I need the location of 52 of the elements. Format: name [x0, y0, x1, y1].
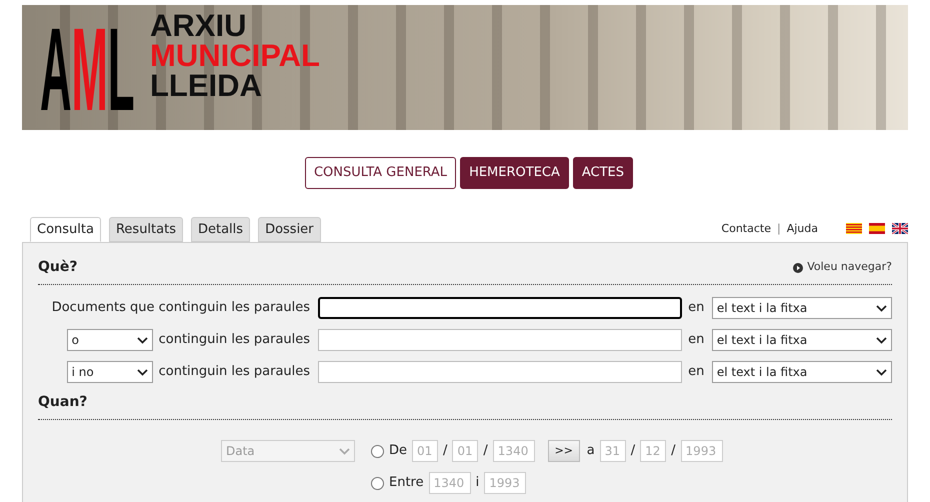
field-label: en: [688, 299, 706, 318]
range-label: i: [476, 474, 480, 492]
tab[interactable]: Dossier: [258, 217, 321, 242]
nav-button[interactable]: ACTES: [572, 157, 634, 189]
range-label: a: [586, 442, 595, 460]
chevron-down-icon: [876, 368, 887, 376]
radio-label: Entre: [389, 474, 424, 492]
field-label: continguin les paraules: [158, 331, 310, 350]
nav-button[interactable]: CONSULTA GENERAL: [304, 157, 456, 189]
chevron-down-icon: [876, 304, 887, 312]
tab[interactable]: Resultats: [108, 217, 183, 242]
spanish-flag-icon[interactable]: [869, 223, 885, 234]
dropdown[interactable]: el text i la fitxa: [712, 329, 892, 351]
date-separator: /: [630, 442, 636, 460]
dropdown[interactable]: el text i la fitxa: [712, 297, 892, 319]
link-separator: |: [777, 220, 781, 237]
date-separator: /: [443, 442, 448, 460]
header-link[interactable]: Ajuda: [786, 220, 818, 237]
nav-button[interactable]: HEMEROTECA: [460, 157, 569, 189]
section-title: Quan?: [38, 394, 88, 410]
catalan-flag-icon[interactable]: [846, 223, 862, 234]
browse-link[interactable]: Voleu navegar?: [793, 259, 892, 276]
logo-mark: AML: [40, 11, 135, 129]
field-label: continguin les paraules: [158, 363, 310, 382]
date-separator: /: [483, 442, 488, 460]
chevron-down-icon: [339, 448, 350, 454]
logo-text: ARXIU: [150, 11, 248, 41]
go-button[interactable]: >>: [548, 440, 580, 462]
play-circle-icon: [793, 262, 804, 272]
date-separator: /: [671, 442, 676, 460]
radio-label: De: [389, 442, 408, 460]
section-title: Què?: [38, 258, 78, 277]
chevron-down-icon: [136, 336, 148, 344]
dropdown[interactable]: i no: [66, 361, 153, 383]
logo-text: MUNICIPAL: [150, 41, 320, 71]
dropdown[interactable]: o: [66, 329, 153, 351]
search-field[interactable]: [318, 329, 682, 351]
radio-button[interactable]: [371, 444, 384, 458]
search-field[interactable]: [318, 361, 682, 383]
chevron-down-icon: [136, 368, 148, 376]
tab[interactable]: Detalls: [190, 217, 250, 242]
header-link[interactable]: Contacte: [721, 220, 771, 237]
dropdown[interactable]: el text i la fitxa: [712, 361, 892, 383]
british-flag-icon[interactable]: [892, 223, 908, 234]
field-label: en: [688, 331, 706, 350]
field-label: en: [688, 363, 706, 382]
chevron-down-icon: [876, 336, 887, 344]
tab[interactable]: Consulta: [30, 217, 101, 242]
radio-button[interactable]: [371, 476, 384, 490]
logo-text: LLEIDA: [150, 71, 263, 101]
field-label: Documents que continguin les paraules: [52, 299, 310, 318]
search-field[interactable]: [318, 297, 682, 319]
